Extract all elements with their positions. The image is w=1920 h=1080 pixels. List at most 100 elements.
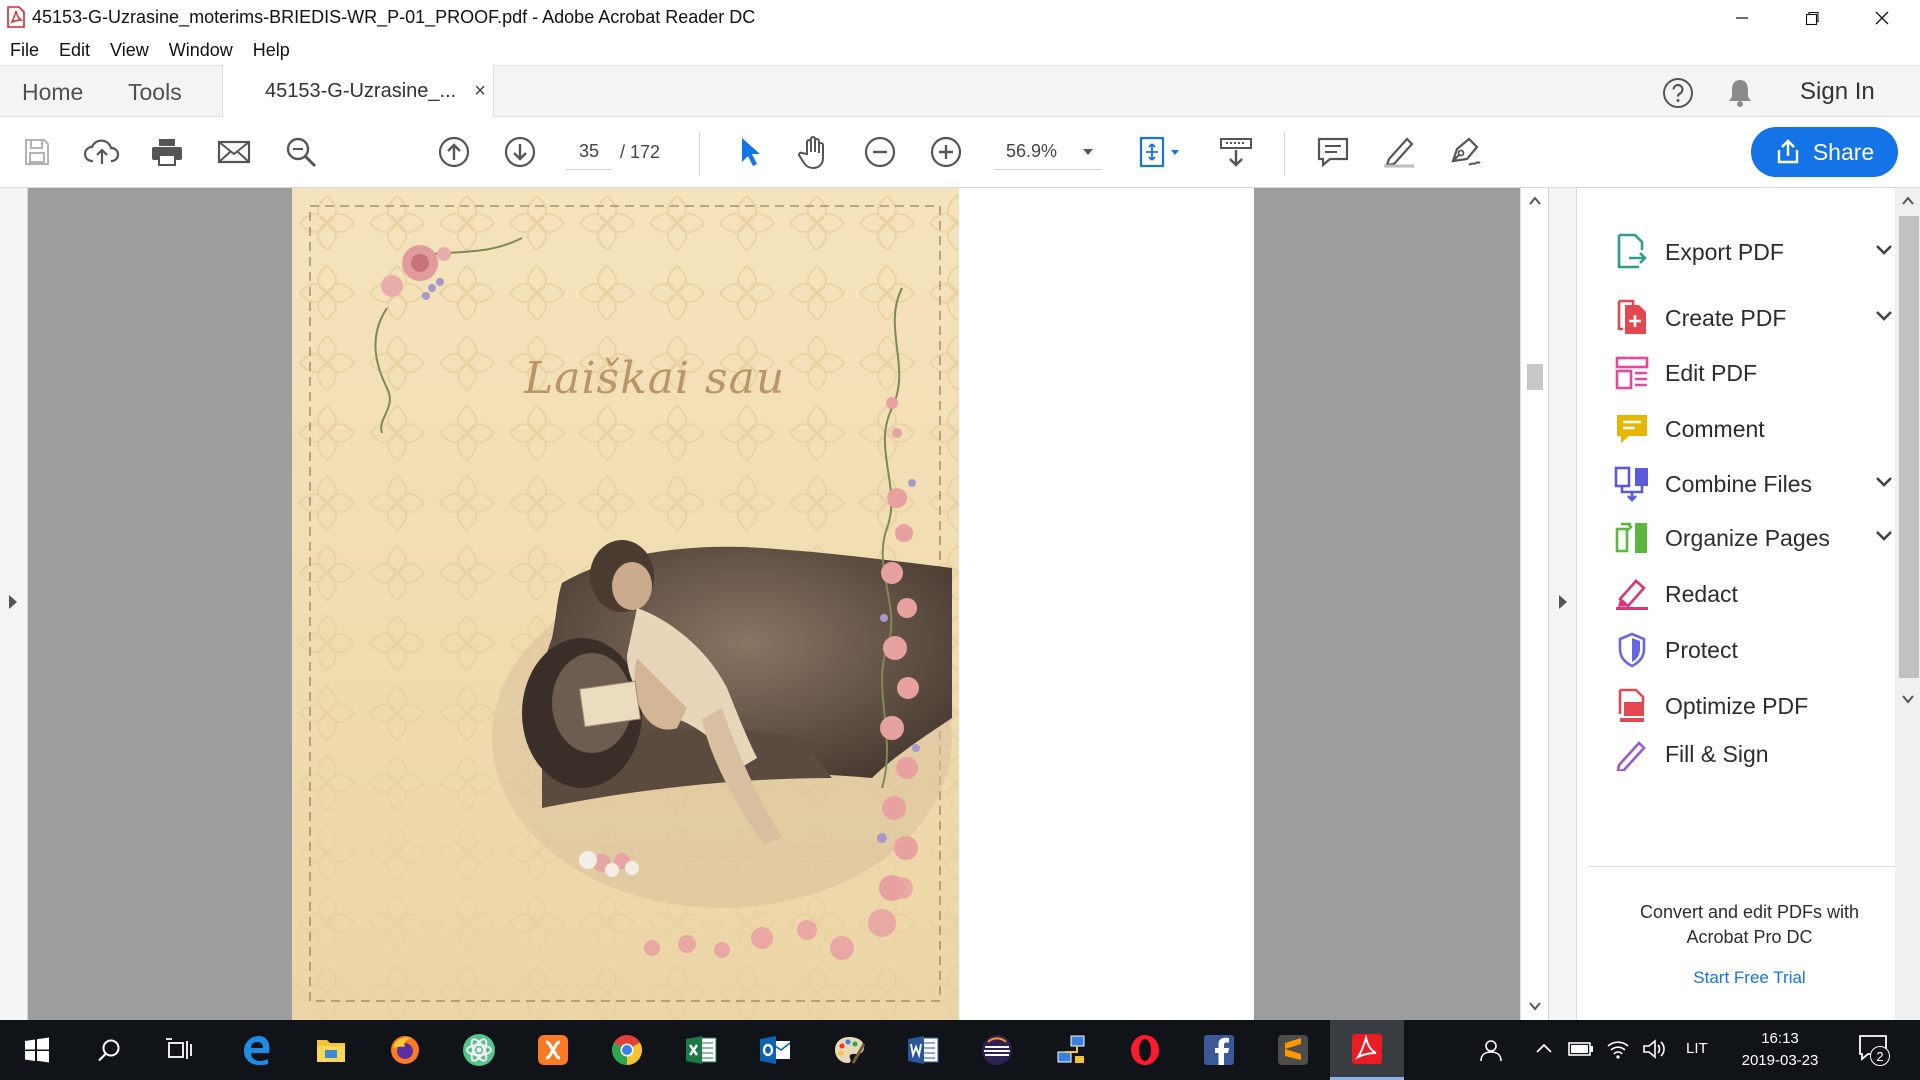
menu-file[interactable]: File — [10, 40, 39, 61]
chevron-down-icon[interactable] — [1875, 530, 1893, 542]
export-pdf-icon — [1613, 233, 1651, 271]
tab-document[interactable]: 45153-G-Uzrasine_... × — [222, 65, 494, 118]
highlight-icon[interactable] — [1378, 131, 1420, 173]
menu-help[interactable]: Help — [253, 40, 290, 61]
file-explorer-icon[interactable] — [294, 1020, 368, 1080]
tool-create-pdf[interactable]: Create PDF — [1613, 290, 1892, 346]
task-view-icon[interactable] — [142, 1020, 216, 1080]
select-cursor-icon[interactable] — [728, 131, 770, 173]
outlook-icon[interactable] — [738, 1020, 812, 1080]
menu-edit[interactable]: Edit — [59, 40, 90, 61]
facebook-icon[interactable] — [1182, 1020, 1256, 1080]
word-icon[interactable] — [886, 1020, 960, 1080]
tray-chevron-up-icon[interactable] — [1535, 1042, 1553, 1054]
clock[interactable]: 16:13 2019-03-23 — [1726, 1028, 1834, 1072]
tool-optimize-pdf[interactable]: Optimize PDF — [1613, 678, 1808, 734]
edit-pdf-icon — [1613, 354, 1651, 392]
chevron-down-icon[interactable] — [1875, 476, 1893, 488]
scroll-up-arrow-icon[interactable] — [1529, 196, 1541, 206]
action-center-icon[interactable]: 2 — [1858, 1034, 1892, 1068]
close-tab-icon[interactable]: × — [474, 80, 486, 103]
expand-left-panel-icon[interactable] — [8, 594, 18, 610]
cover-title: Laiškai sau — [524, 353, 786, 404]
network-icon[interactable] — [1034, 1020, 1108, 1080]
chevron-down-icon[interactable] — [1875, 244, 1893, 256]
zoom-level-select[interactable]: 56.9% — [994, 134, 1102, 170]
optimize-pdf-icon — [1613, 687, 1651, 725]
tool-comment[interactable]: Comment — [1613, 401, 1765, 457]
tool-redact[interactable]: Redact — [1613, 566, 1738, 622]
tool-export-pdf[interactable]: Export PDF — [1613, 224, 1892, 280]
toolbar: 35 / 172 56.9% Share — [0, 117, 1920, 188]
excel-icon[interactable] — [664, 1020, 738, 1080]
minimize-button[interactable] — [1712, 0, 1772, 35]
window-title: 45153-G-Uzrasine_moterims-BRIEDIS-WR_P-0… — [32, 7, 756, 27]
scroll-thumb[interactable] — [1527, 364, 1543, 390]
tool-organize-pages[interactable]: Organize Pages — [1613, 510, 1892, 566]
start-free-trial-link[interactable]: Start Free Trial — [1607, 968, 1892, 988]
acrobat-taskbar-icon[interactable] — [1330, 1020, 1404, 1080]
tab-home[interactable]: Home — [22, 66, 83, 118]
restore-button[interactable] — [1782, 0, 1842, 35]
people-icon[interactable] — [1478, 1038, 1504, 1062]
comment-icon[interactable] — [1312, 131, 1354, 173]
tool-combine-files[interactable]: Combine Files — [1613, 456, 1892, 512]
sign-icon[interactable] — [1444, 131, 1486, 173]
document-scrollbar[interactable] — [1520, 188, 1548, 1020]
toolbar-separator — [1284, 131, 1285, 175]
tool-edit-pdf[interactable]: Edit PDF — [1613, 345, 1757, 401]
chevron-down-icon[interactable] — [1875, 310, 1893, 322]
battery-icon[interactable] — [1568, 1040, 1594, 1058]
combine-files-icon — [1613, 465, 1651, 503]
firefox-icon[interactable] — [368, 1020, 442, 1080]
print-icon[interactable] — [146, 131, 188, 173]
scroll-down-arrow-icon[interactable] — [1529, 1001, 1541, 1011]
fill-sign-icon — [1613, 735, 1651, 773]
share-button[interactable]: Share — [1751, 127, 1898, 177]
menu-window[interactable]: Window — [169, 40, 233, 61]
left-panel-toggle[interactable] — [0, 188, 28, 1020]
wifi-icon[interactable] — [1606, 1038, 1630, 1060]
sublime-icon[interactable] — [1256, 1020, 1330, 1080]
upgrade-promo-text: Convert and edit PDFs with Acrobat Pro D… — [1639, 902, 1860, 947]
search-icon[interactable] — [72, 1020, 146, 1080]
sign-in-link[interactable]: Sign In — [1800, 66, 1875, 118]
volume-icon[interactable] — [1642, 1038, 1666, 1060]
zoom-in-icon[interactable] — [925, 131, 967, 173]
menu-view[interactable]: View — [110, 40, 149, 61]
scroll-down-arrow-icon[interactable] — [1902, 694, 1914, 704]
hand-icon[interactable] — [793, 131, 835, 173]
save-icon[interactable] — [16, 131, 58, 173]
email-icon[interactable] — [213, 131, 255, 173]
edge-icon[interactable] — [220, 1020, 294, 1080]
scroll-up-arrow-icon[interactable] — [1902, 196, 1914, 206]
tab-tools[interactable]: Tools — [128, 66, 182, 118]
right-pane-toggle[interactable] — [1548, 188, 1576, 1020]
atom-icon[interactable] — [442, 1020, 516, 1080]
tool-fill-and-sign[interactable]: Fill & Sign — [1613, 734, 1769, 774]
windows-taskbar: LIT 16:13 2019-03-23 2 — [0, 1020, 1920, 1080]
page-number-input[interactable]: 35 — [566, 134, 612, 170]
eclipse-icon[interactable] — [960, 1020, 1034, 1080]
tool-protect[interactable]: Protect — [1613, 622, 1738, 678]
zoom-out-icon[interactable] — [859, 131, 901, 173]
help-icon[interactable] — [1661, 76, 1695, 110]
xampp-icon[interactable] — [516, 1020, 590, 1080]
tab-bar: Home Tools 45153-G-Uzrasine_... × Sign I… — [0, 65, 1920, 118]
scroll-mode-icon[interactable] — [1214, 131, 1258, 173]
search-icon[interactable] — [280, 131, 322, 173]
upload-icon[interactable] — [81, 131, 123, 173]
opera-icon[interactable] — [1108, 1020, 1182, 1080]
paint-icon[interactable] — [812, 1020, 886, 1080]
notification-count-badge: 2 — [1870, 1046, 1890, 1066]
tools-pane-scroll-thumb[interactable] — [1899, 216, 1919, 678]
page-down-icon[interactable] — [499, 131, 541, 173]
start-icon[interactable] — [0, 1020, 74, 1080]
notifications-bell-icon[interactable] — [1725, 76, 1755, 110]
close-window-button[interactable] — [1852, 0, 1912, 35]
input-language-indicator[interactable]: LIT — [1686, 1040, 1708, 1057]
chrome-icon[interactable] — [590, 1020, 664, 1080]
collapse-right-pane-icon[interactable] — [1558, 594, 1568, 610]
page-up-icon[interactable] — [433, 131, 475, 173]
fit-page-icon[interactable] — [1134, 131, 1190, 173]
